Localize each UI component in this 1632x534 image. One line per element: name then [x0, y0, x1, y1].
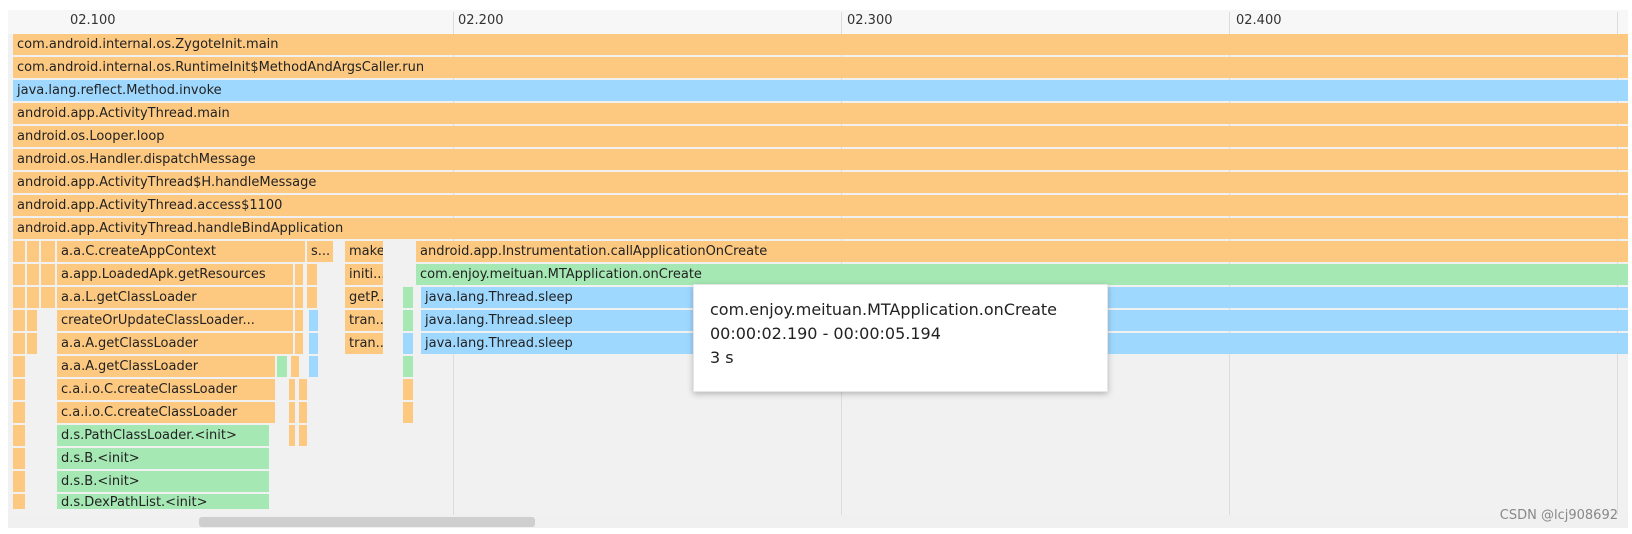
- frame-activitythread-main[interactable]: android.app.ActivityThread.main: [13, 103, 1628, 124]
- frame-slice[interactable]: [403, 402, 413, 423]
- time-tick: 02.100: [70, 13, 116, 28]
- frame-b-init-2[interactable]: d.s.B.<init>: [57, 471, 269, 492]
- frame-callapplicationoncreate[interactable]: android.app.Instrumentation.callApplicat…: [416, 241, 1628, 262]
- frame-slice[interactable]: [13, 333, 25, 354]
- frame-slice[interactable]: [295, 333, 303, 354]
- frame-tooltip: com.enjoy.meituan.MTApplication.onCreate…: [693, 284, 1108, 392]
- frame-slice[interactable]: [403, 356, 413, 377]
- frame-slice[interactable]: [27, 287, 39, 308]
- frame-getclassloader[interactable]: a.a.L.getClassLoader: [57, 287, 293, 308]
- frame-s[interactable]: s...: [307, 241, 333, 262]
- frame-slice[interactable]: [289, 379, 295, 400]
- watermark: CSDN @lcj908692: [1499, 508, 1618, 523]
- frame-slice[interactable]: [307, 264, 317, 285]
- time-tick: 02.300: [847, 13, 893, 28]
- frame-slice[interactable]: [13, 425, 25, 446]
- frame-createclassloader-2[interactable]: c.a.i.o.C.createClassLoader: [57, 402, 275, 423]
- frame-slice[interactable]: [13, 379, 25, 400]
- frame-slice[interactable]: [295, 310, 303, 331]
- frame-slice[interactable]: [403, 333, 413, 354]
- frame-slice[interactable]: [27, 241, 39, 262]
- frame-getpackage[interactable]: getP...: [345, 287, 383, 308]
- frame-dispatchmessage[interactable]: android.os.Handler.dispatchMessage: [13, 149, 1628, 170]
- tooltip-range: 00:00:02.190 - 00:00:05.194: [710, 324, 941, 343]
- frame-slice[interactable]: [13, 494, 25, 509]
- flame-chart: 02.100 02.200 02.300 02.400 com.android.…: [0, 0, 1632, 534]
- frame-slice[interactable]: [13, 356, 25, 377]
- frame-slice[interactable]: [27, 310, 37, 331]
- scrollbar-thumb[interactable]: [199, 517, 535, 527]
- frame-createclassloader[interactable]: c.a.i.o.C.createClassLoader: [57, 379, 275, 400]
- frame-slice[interactable]: [13, 310, 25, 331]
- frame-a-getclassloader[interactable]: a.a.A.getClassLoader: [57, 333, 293, 354]
- time-ruler[interactable]: [8, 10, 1628, 35]
- frame-createappcontext[interactable]: a.a.C.createAppContext: [57, 241, 305, 262]
- tooltip-method: com.enjoy.meituan.MTApplication.onCreate: [710, 300, 1057, 319]
- frame-looper-loop[interactable]: android.os.Looper.loop: [13, 126, 1628, 147]
- frame-slice[interactable]: [289, 425, 295, 446]
- frame-handlebindapplication[interactable]: android.app.ActivityThread.handleBindApp…: [13, 218, 1628, 239]
- tooltip-duration: 3 s: [710, 348, 734, 367]
- frame-zygoteinit-main[interactable]: com.android.internal.os.ZygoteInit.main: [13, 34, 1628, 55]
- frame-slice[interactable]: [403, 379, 413, 400]
- frame-initialize[interactable]: initi...: [345, 264, 383, 285]
- frame-slice[interactable]: [295, 264, 303, 285]
- frame-slice[interactable]: [295, 287, 303, 308]
- frame-slice[interactable]: [27, 264, 39, 285]
- frame-b-init[interactable]: d.s.B.<init>: [57, 448, 269, 469]
- frame-transact[interactable]: tran...: [345, 310, 383, 331]
- frame-slice[interactable]: [41, 241, 55, 262]
- frame-slice[interactable]: [403, 310, 413, 331]
- frame-slice[interactable]: [309, 310, 318, 331]
- frame-slice[interactable]: [41, 287, 55, 308]
- frame-slice[interactable]: [299, 379, 307, 400]
- frame-slice[interactable]: [299, 425, 307, 446]
- frame-createorupdateclassloader[interactable]: createOrUpdateClassLoader...: [57, 310, 293, 331]
- frame-dexpathlist-init[interactable]: d.s.DexPathList.<init>: [57, 494, 269, 509]
- frame-slice[interactable]: [289, 402, 295, 423]
- frame-slice[interactable]: [27, 333, 37, 354]
- frame-slice[interactable]: [309, 333, 318, 354]
- frame-access1100[interactable]: android.app.ActivityThread.access$1100: [13, 195, 1628, 216]
- time-tick: 02.400: [1236, 13, 1282, 28]
- frame-slice[interactable]: [13, 448, 25, 469]
- frame-slice[interactable]: [309, 356, 318, 377]
- frame-method-invoke[interactable]: java.lang.reflect.Method.invoke: [13, 80, 1628, 101]
- frame-makeapplication[interactable]: makeA...: [345, 241, 383, 262]
- frame-slice[interactable]: [299, 402, 307, 423]
- frame-mtapplication-oncreate[interactable]: com.enjoy.meituan.MTApplication.onCreate: [416, 264, 1628, 285]
- frame-slice[interactable]: [13, 241, 25, 262]
- frame-slice[interactable]: [277, 356, 287, 377]
- frame-slice[interactable]: [13, 402, 25, 423]
- frame-transact[interactable]: tran...: [345, 333, 383, 354]
- frame-slice[interactable]: [13, 264, 25, 285]
- frame-slice[interactable]: [13, 287, 25, 308]
- time-tick: 02.200: [458, 13, 504, 28]
- frame-pathclassloader-init[interactable]: d.s.PathClassLoader.<init>: [57, 425, 269, 446]
- frame-slice[interactable]: [13, 471, 25, 492]
- frame-slice[interactable]: [291, 356, 299, 377]
- frame-a-getclassloader-2[interactable]: a.a.A.getClassLoader: [57, 356, 275, 377]
- frame-slice[interactable]: [403, 287, 413, 308]
- frame-runtimeinit-run[interactable]: com.android.internal.os.RuntimeInit$Meth…: [13, 57, 1628, 78]
- frame-slice[interactable]: [307, 287, 317, 308]
- frame-handlemessage[interactable]: android.app.ActivityThread$H.handleMessa…: [13, 172, 1628, 193]
- frame-getresources[interactable]: a.app.LoadedApk.getResources: [57, 264, 293, 285]
- frame-slice[interactable]: [41, 264, 55, 285]
